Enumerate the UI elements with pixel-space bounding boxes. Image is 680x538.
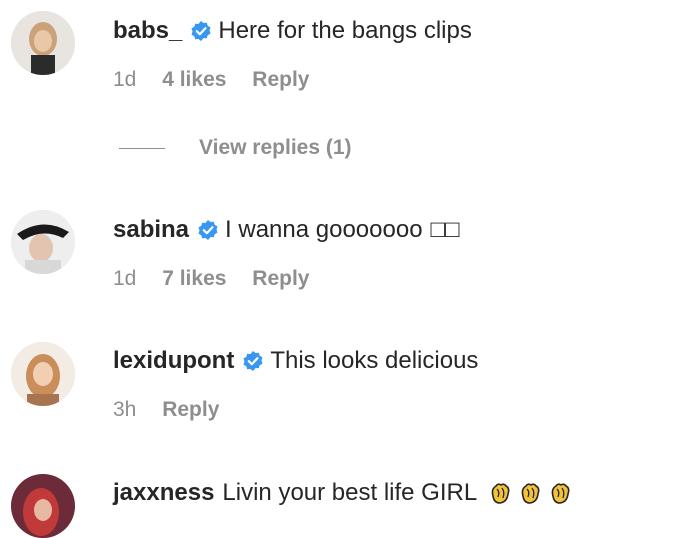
avatar-image: [11, 342, 75, 406]
comment-text: I wanna gooooooo: [225, 216, 423, 243]
username[interactable]: sabina: [113, 215, 189, 245]
comment-time: 3h: [113, 398, 137, 421]
verified-badge-icon: [242, 350, 264, 372]
verified-badge-icon: [190, 20, 212, 42]
avatar[interactable]: [11, 474, 75, 538]
comment-text: This looks delicious: [270, 347, 479, 374]
divider: [119, 147, 165, 149]
clapping-hands-icon: [547, 480, 573, 506]
username[interactable]: jaxxness: [113, 478, 214, 508]
avatar[interactable]: [11, 11, 75, 75]
verified-badge-icon: [197, 219, 219, 241]
view-replies-label: View replies (1): [199, 136, 352, 159]
username[interactable]: lexidupont: [113, 346, 234, 376]
reply-button[interactable]: Reply: [252, 267, 309, 290]
avatar-image: [11, 11, 75, 75]
reply-button[interactable]: Reply: [252, 68, 309, 91]
clapping-hands-icon: [487, 480, 513, 506]
reply-button[interactable]: Reply: [162, 398, 219, 421]
avatar-image: [11, 474, 75, 538]
clapping-hands-icon: [517, 480, 543, 506]
likes-count[interactable]: 7 likes: [162, 267, 226, 290]
comment-time: 1d: [113, 68, 137, 91]
missing-emoji-glyphs: □□: [430, 216, 460, 243]
likes-count[interactable]: 4 likes: [162, 68, 226, 91]
comment-text: Livin your best life GIRL: [222, 479, 478, 506]
comment-text: Here for the bangs clips: [218, 17, 472, 44]
view-replies-button[interactable]: View replies (1): [119, 134, 352, 162]
avatar-image: [11, 210, 75, 274]
comment-time: 1d: [113, 267, 137, 290]
avatar[interactable]: [11, 342, 75, 406]
username[interactable]: babs_: [113, 16, 182, 46]
avatar[interactable]: [11, 210, 75, 274]
